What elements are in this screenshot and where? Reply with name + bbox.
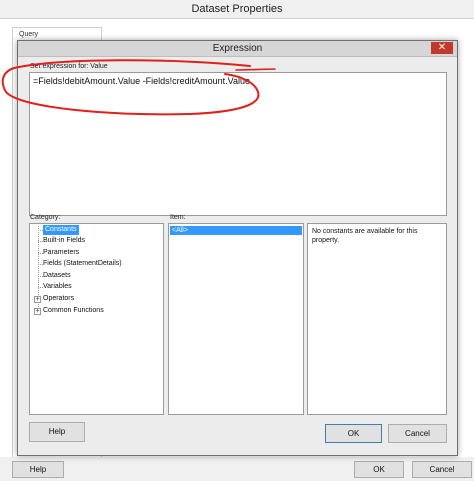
red-annotation-circle xyxy=(1,59,276,116)
